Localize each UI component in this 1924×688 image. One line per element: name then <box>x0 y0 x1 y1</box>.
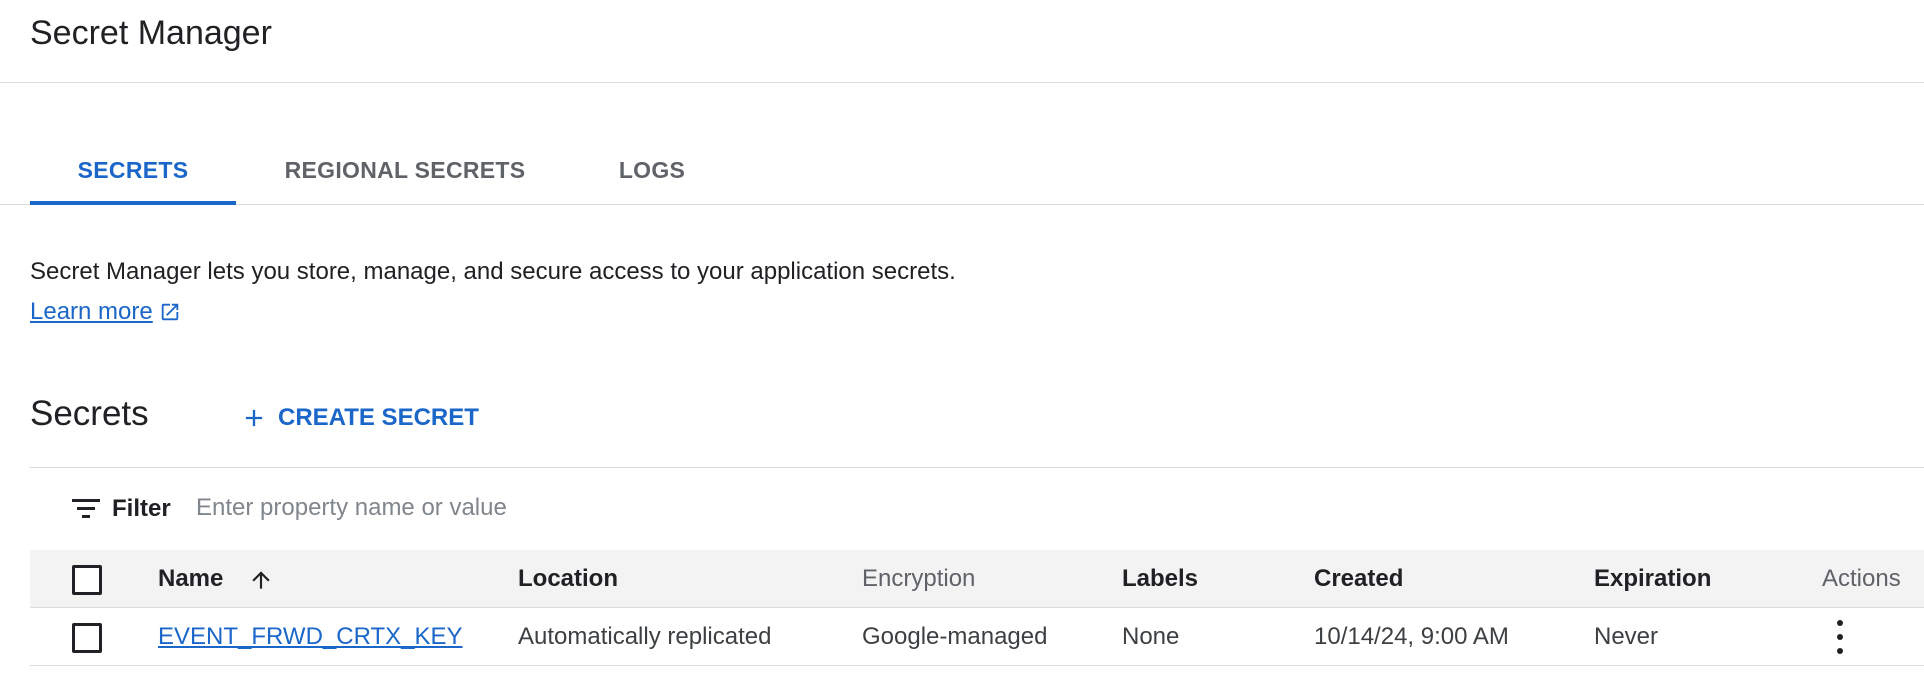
learn-more-link[interactable]: Learn more <box>30 298 181 326</box>
filter-icon[interactable] <box>72 496 100 522</box>
secret-name-link[interactable]: EVENT_FRWD_CRTX_KEY <box>158 623 463 650</box>
secrets-heading: Secrets <box>30 394 149 433</box>
arrow-up-icon[interactable] <box>248 566 274 594</box>
column-header-created[interactable]: Created <box>1314 550 1403 607</box>
kebab-dot <box>1837 620 1843 626</box>
secret-manager-page: Secret Manager SECRETS REGIONAL SECRETS … <box>0 0 1924 688</box>
column-header-encryption: Encryption <box>862 565 976 592</box>
secret-location-cell: Automatically replicated <box>518 623 772 650</box>
tab-regional-secrets[interactable]: REGIONAL SECRETS <box>260 140 550 204</box>
column-header-location[interactable]: Location <box>518 550 618 607</box>
tab-secrets[interactable]: SECRETS <box>30 140 236 205</box>
learn-more-label: Learn more <box>30 298 153 325</box>
kebab-dot <box>1837 648 1843 654</box>
select-all-checkbox[interactable] <box>72 565 102 595</box>
kebab-dot <box>1837 634 1843 640</box>
external-link-icon <box>159 301 181 323</box>
secret-name-cell: EVENT_FRWD_CRTX_KEY <box>158 608 463 665</box>
more-vert-icon[interactable] <box>1830 620 1850 654</box>
column-header-actions: Actions <box>1822 565 1901 592</box>
tab-bar: SECRETS REGIONAL SECRETS LOGS <box>0 140 1924 205</box>
plus-icon <box>240 404 268 432</box>
filter-input[interactable] <box>196 488 996 528</box>
intro-description: Secret Manager lets you store, manage, a… <box>30 258 956 285</box>
filter-label: Filter <box>112 495 171 522</box>
secret-encryption-cell: Google-managed <box>862 623 1048 650</box>
row-checkbox[interactable] <box>72 623 102 653</box>
table-header-row: Name Location Encryption Labels Created … <box>30 550 1924 608</box>
column-header-labels[interactable]: Labels <box>1122 550 1198 607</box>
create-secret-button[interactable]: CREATE SECRET <box>240 400 479 436</box>
create-secret-label: CREATE SECRET <box>278 404 479 431</box>
secret-labels-cell: None <box>1122 623 1180 650</box>
page-header: Secret Manager <box>0 0 1924 83</box>
table-row: EVENT_FRWD_CRTX_KEY Automatically replic… <box>30 608 1924 666</box>
page-title: Secret Manager <box>30 14 272 52</box>
secret-expiration-cell: Never <box>1594 623 1659 650</box>
tab-logs[interactable]: LOGS <box>592 140 712 204</box>
filter-bar: Filter <box>30 467 1924 551</box>
column-header-expiration[interactable]: Expiration <box>1594 550 1711 607</box>
secret-created-cell: 10/14/24, 9:00 AM <box>1314 623 1509 650</box>
column-header-name[interactable]: Name <box>158 550 274 607</box>
column-header-name-label: Name <box>158 565 224 592</box>
